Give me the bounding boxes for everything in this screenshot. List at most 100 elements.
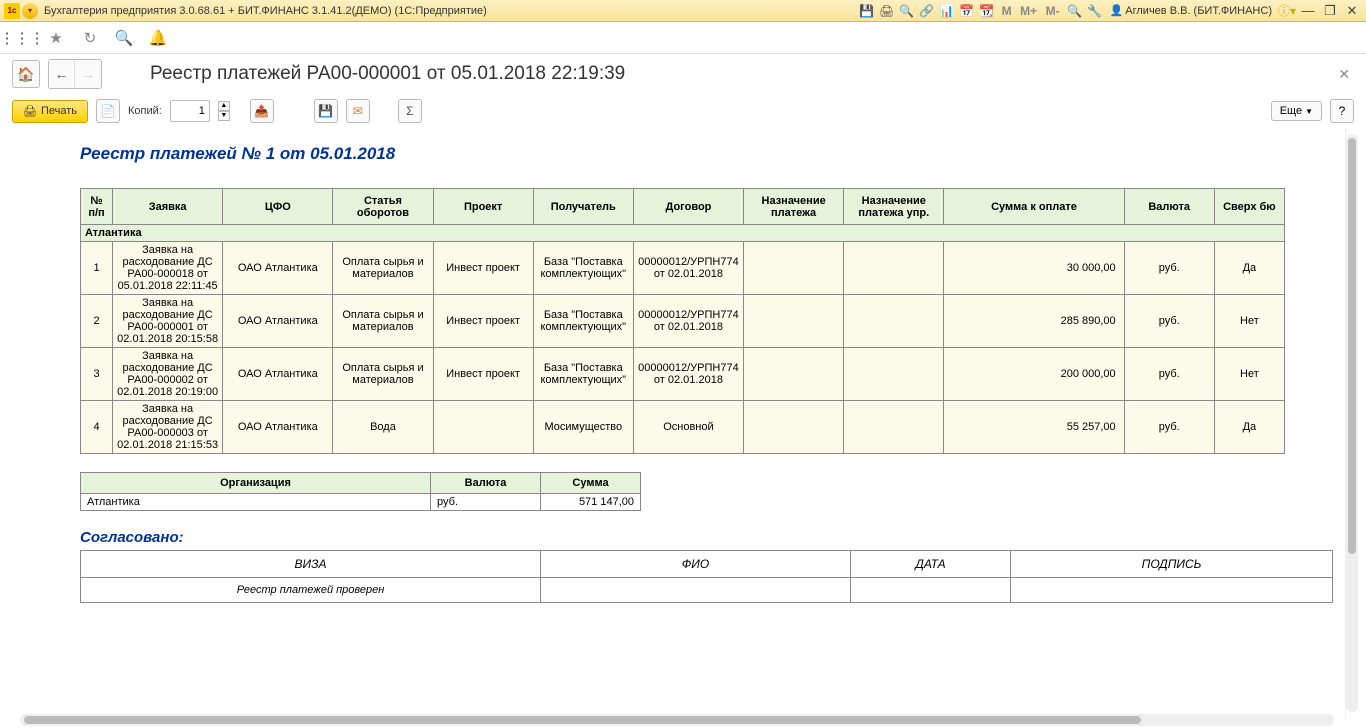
- cell-cfo: ОАО Атлантика: [223, 401, 333, 454]
- table-row: 2Заявка на расходование ДС РА00-000001 о…: [81, 295, 1285, 348]
- more-button[interactable]: Еще ▼: [1271, 101, 1322, 121]
- sum-org: Атлантика: [81, 494, 431, 511]
- preview-icon[interactable]: 🔍: [898, 3, 916, 19]
- m-button[interactable]: M: [998, 3, 1016, 19]
- app-title: Бухгалтерия предприятия 3.0.68.61 + БИТ.…: [44, 5, 858, 17]
- print-button[interactable]: 🖨 Печать: [12, 100, 88, 123]
- appr-date: [851, 578, 1011, 603]
- copies-input[interactable]: [170, 100, 210, 122]
- apps-icon[interactable]: ⋮⋮⋮: [12, 28, 32, 48]
- page-title: Реестр платежей РА00-000001 от 05.01.201…: [150, 63, 1326, 85]
- cell-amount: 200 000,00: [944, 348, 1124, 401]
- col-project: Проект: [433, 189, 533, 225]
- top-toolbar: ⋮⋮⋮ ★ ↻ 🔍 🔔: [0, 22, 1366, 54]
- col-cfo: ЦФО: [223, 189, 333, 225]
- user-label[interactable]: 👤 Агличев В.В. (БИТ.ФИНАНС): [1106, 4, 1276, 17]
- report-scroll[interactable]: Реестр платежей № 1 от 05.01.2018 № п/п …: [20, 128, 1346, 718]
- cell-article: Оплата сырья и материалов: [333, 295, 433, 348]
- copies-down[interactable]: ▼: [218, 111, 230, 121]
- home-button[interactable]: 🏠: [12, 60, 40, 88]
- cell-num: 2: [81, 295, 113, 348]
- col-purpose: Назначение платежа: [744, 189, 844, 225]
- cell-cfo: ОАО Атлантика: [223, 295, 333, 348]
- cell-receiver: База "Поставка комплектующих": [533, 242, 633, 295]
- cell-request: Заявка на расходование ДС РА00-000003 от…: [113, 401, 223, 454]
- cell-purpose-mgr: [844, 348, 944, 401]
- back-button[interactable]: ←: [49, 60, 75, 88]
- approval-title: Согласовано:: [80, 529, 1285, 546]
- minimize-button[interactable]: —: [1298, 3, 1318, 18]
- maximize-button[interactable]: ❐: [1320, 3, 1340, 19]
- appr-col-date: ДАТА: [851, 551, 1011, 578]
- save-doc-button[interactable]: 💾: [314, 99, 338, 123]
- sum-amount: 571 147,00: [541, 494, 641, 511]
- cell-purpose: [744, 242, 844, 295]
- cell-num: 1: [81, 242, 113, 295]
- cell-purpose: [744, 295, 844, 348]
- zoom-icon[interactable]: 🔍: [1066, 3, 1084, 19]
- copies-up[interactable]: ▲: [218, 101, 230, 111]
- col-article: Статья оборотов: [333, 189, 433, 225]
- print-icon[interactable]: 🖨: [878, 3, 896, 19]
- calendar-icon[interactable]: 📅: [958, 3, 976, 19]
- cell-currency: руб.: [1124, 401, 1214, 454]
- cell-request: Заявка на расходование ДС РА00-000001 от…: [113, 295, 223, 348]
- cell-article: Оплата сырья и материалов: [333, 348, 433, 401]
- export-button[interactable]: 📤: [250, 99, 274, 123]
- cell-request: Заявка на расходование ДС РА00-000018 от…: [113, 242, 223, 295]
- appr-col-visa: ВИЗА: [81, 551, 541, 578]
- search-icon[interactable]: 🔍: [114, 28, 134, 48]
- cell-receiver: Мосимущество: [533, 401, 633, 454]
- cell-request: Заявка на расходование ДС РА00-000002 от…: [113, 348, 223, 401]
- history-icon[interactable]: ↻: [80, 28, 100, 48]
- tools-icon[interactable]: 🔧: [1086, 3, 1104, 19]
- col-request: Заявка: [113, 189, 223, 225]
- app-logo: 1c: [4, 3, 20, 19]
- cell-amount: 30 000,00: [944, 242, 1124, 295]
- approval-row: Реестр платежей проверен: [81, 578, 1333, 603]
- approval-header: ВИЗА ФИО ДАТА ПОДПИСЬ: [81, 551, 1333, 578]
- vertical-scrollbar[interactable]: [1346, 134, 1358, 712]
- group-row: Атлантика: [81, 225, 1285, 242]
- table-row: 1Заявка на расходование ДС РА00-000018 о…: [81, 242, 1285, 295]
- sum-col-sum: Сумма: [541, 473, 641, 494]
- cell-project: Инвест проект: [433, 348, 533, 401]
- cell-article: Вода: [333, 401, 433, 454]
- appr-visa: Реестр платежей проверен: [81, 578, 541, 603]
- close-button[interactable]: ✕: [1342, 3, 1362, 19]
- link-icon[interactable]: 🔗: [918, 3, 936, 19]
- horizontal-scrollbar[interactable]: [20, 714, 1334, 726]
- mminus-button[interactable]: M-: [1042, 3, 1064, 19]
- nav-back-forward: ← →: [48, 59, 102, 89]
- app-menu-dropdown[interactable]: ▾: [22, 3, 38, 19]
- titlebar-icons: 💾 🖨 🔍 🔗 📊 📅 📆 M M+ M- 🔍 🔧 👤 Агличев В.В.…: [858, 3, 1362, 19]
- cell-over: Нет: [1214, 348, 1284, 401]
- sum-currency: руб.: [431, 494, 541, 511]
- page-close-button[interactable]: ✕: [1334, 62, 1354, 87]
- print-label: Печать: [41, 105, 77, 117]
- summary-row: Атлантика руб. 571 147,00: [81, 494, 641, 511]
- info-icon[interactable]: ⓘ▾: [1278, 3, 1296, 19]
- mail-button[interactable]: ✉: [346, 99, 370, 123]
- titlebar: 1c ▾ Бухгалтерия предприятия 3.0.68.61 +…: [0, 0, 1366, 22]
- report-title: Реестр платежей № 1 от 05.01.2018: [80, 144, 1285, 164]
- help-button[interactable]: ?: [1330, 99, 1354, 123]
- cell-currency: руб.: [1124, 242, 1214, 295]
- favorites-icon[interactable]: ★: [46, 28, 66, 48]
- cell-purpose: [744, 401, 844, 454]
- save-icon[interactable]: 💾: [858, 3, 876, 19]
- cell-cfo: ОАО Атлантика: [223, 348, 333, 401]
- notifications-icon[interactable]: 🔔: [148, 28, 168, 48]
- date-icon[interactable]: 📆: [978, 3, 996, 19]
- sum-button[interactable]: Σ: [398, 99, 422, 123]
- preview-button[interactable]: 📄: [96, 99, 120, 123]
- cell-num: 3: [81, 348, 113, 401]
- copies-spinner: ▲ ▼: [218, 101, 230, 121]
- mplus-button[interactable]: M+: [1018, 3, 1040, 19]
- table-header-row: № п/п Заявка ЦФО Статья оборотов Проект …: [81, 189, 1285, 225]
- sum-col-currency: Валюта: [431, 473, 541, 494]
- forward-button[interactable]: →: [75, 60, 101, 88]
- cell-currency: руб.: [1124, 348, 1214, 401]
- calc-icon[interactable]: 📊: [938, 3, 956, 19]
- appr-col-sign: ПОДПИСЬ: [1011, 551, 1333, 578]
